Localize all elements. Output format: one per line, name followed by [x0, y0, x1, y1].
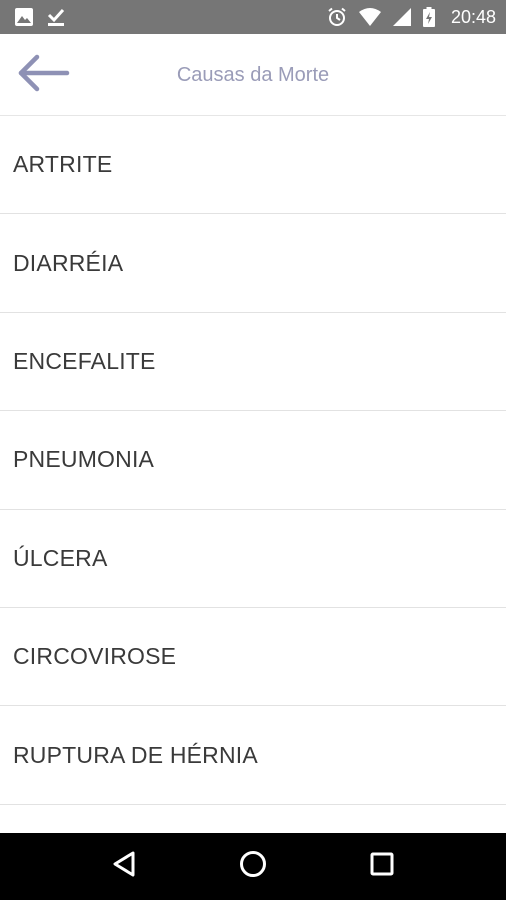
- wifi-icon: [358, 8, 381, 26]
- home-circle-icon: [238, 849, 268, 884]
- navigation-bar: [0, 833, 506, 900]
- back-button[interactable]: [12, 54, 74, 96]
- list-item-circovirose[interactable]: CIRCOVIROSE: [0, 608, 506, 707]
- list-item-partial[interactable]: [0, 805, 506, 833]
- list-item-pneumonia[interactable]: PNEUMONIA: [0, 411, 506, 510]
- nav-recents-button[interactable]: [352, 837, 412, 897]
- download-done-icon: [46, 7, 66, 27]
- nav-home-button[interactable]: [223, 837, 283, 897]
- status-bar: 20:48: [0, 0, 506, 34]
- list-item-ulcera[interactable]: ÚLCERA: [0, 510, 506, 608]
- signal-icon: [392, 8, 411, 26]
- status-left: [14, 7, 66, 27]
- back-triangle-icon: [111, 850, 137, 883]
- list-item-diarreia[interactable]: DIARRÉIA: [0, 214, 506, 313]
- status-right: 20:48: [327, 7, 496, 28]
- arrow-back-icon: [15, 53, 71, 98]
- causes-list: ARTRITE DIARRÉIA ENCEFALITE PNEUMONIA ÚL…: [0, 116, 506, 833]
- list-item-encefalite[interactable]: ENCEFALITE: [0, 313, 506, 412]
- app-bar: Causas da Morte: [0, 34, 506, 116]
- list-item-ruptura-de-hernia[interactable]: RUPTURA DE HÉRNIA: [0, 706, 506, 805]
- list-item-artrite[interactable]: ARTRITE: [0, 116, 506, 215]
- image-icon: [14, 7, 34, 27]
- alarm-icon: [327, 7, 347, 27]
- battery-icon: [422, 7, 435, 27]
- nav-back-button[interactable]: [94, 837, 154, 897]
- page-title: Causas da Morte: [176, 63, 330, 86]
- status-time: 20:48: [450, 6, 496, 27]
- recents-square-icon: [369, 851, 395, 882]
